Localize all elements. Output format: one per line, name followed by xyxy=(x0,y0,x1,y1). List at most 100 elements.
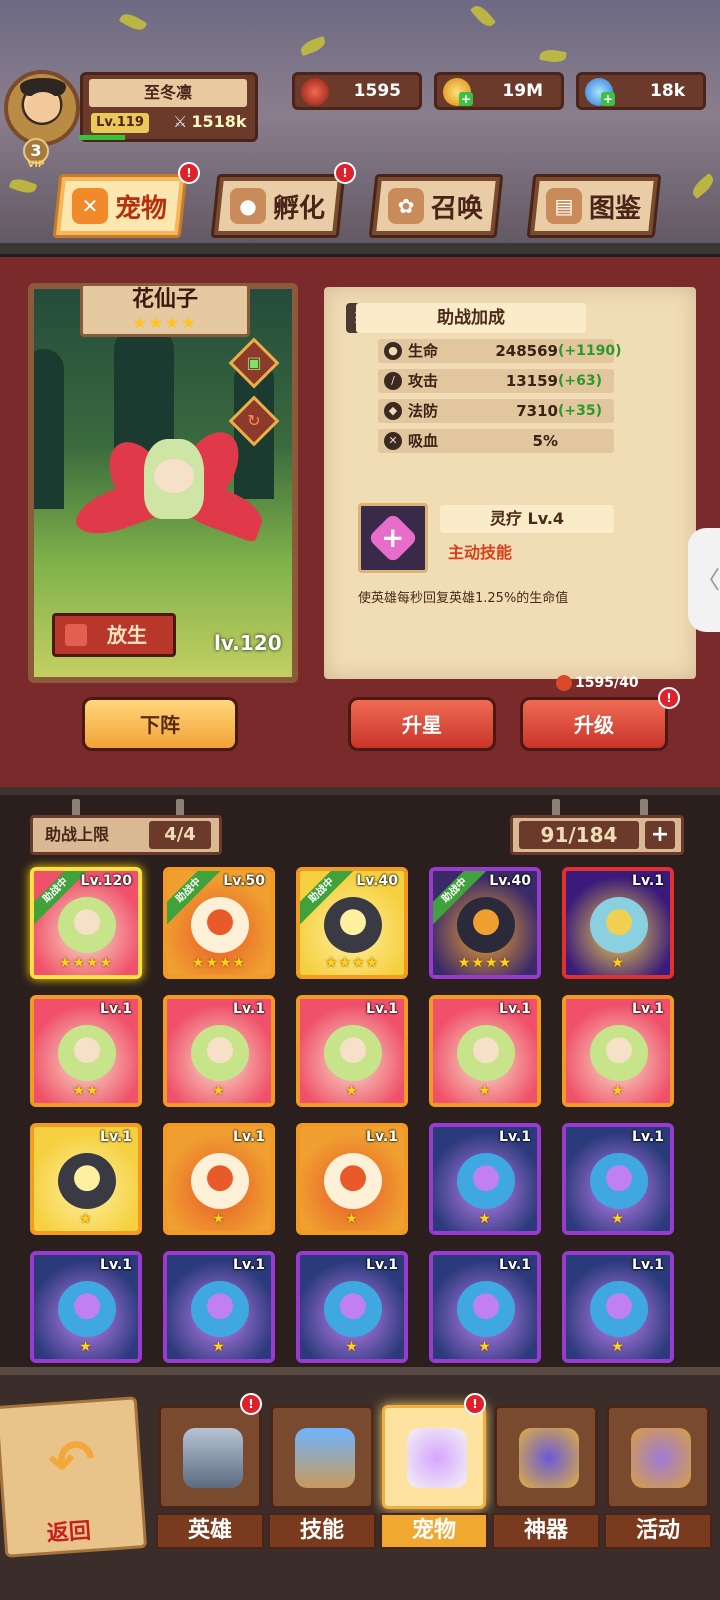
pet-capacity-value: 91/184 xyxy=(519,821,639,849)
tab-codex[interactable]: ▤ 图鉴 xyxy=(526,174,662,238)
expand-capacity-button[interactable]: + xyxy=(645,821,675,849)
pet-slot[interactable]: Lv.1 ★ xyxy=(562,1251,674,1363)
pet-slot[interactable]: Lv.1 ★ xyxy=(296,1123,408,1235)
pet-title-plate: 花仙子 ★★★★ xyxy=(80,283,250,337)
nav-pets-notification-badge: ! xyxy=(464,1393,486,1415)
pet-capacity: 91/184 + xyxy=(510,815,684,855)
pet-slot-stars: ★ xyxy=(212,1083,226,1099)
pet-slot-stars: ★ xyxy=(345,1083,359,1099)
soul-stone-icon xyxy=(301,78,329,106)
pet-name: 花仙子 xyxy=(131,287,198,312)
event-scroll-icon xyxy=(631,1428,691,1488)
pet-screen: { "player": {"name": "至冬凛", "level": "Lv… xyxy=(0,0,720,1600)
skill-heal-icon[interactable]: + xyxy=(358,503,428,573)
player-avatar[interactable] xyxy=(4,70,80,146)
pet-slot[interactable]: Lv.1 ★ xyxy=(429,995,541,1107)
pet-slot-level: Lv.1 xyxy=(632,1129,664,1145)
pet-slot-level: Lv.1 xyxy=(233,1001,265,1017)
pet-slot[interactable]: Lv.1 ★★ xyxy=(30,995,142,1107)
nav-artifacts-label: 神器 xyxy=(492,1513,600,1549)
pet-slot-stars: ★ xyxy=(478,1339,492,1355)
pet-level: lv.120 xyxy=(214,631,282,655)
tab-summon[interactable]: ✿ 召唤 xyxy=(368,174,504,238)
nav-heroes[interactable]: 英雄 xyxy=(156,1405,264,1555)
stat-row: ◆ 法防 7310 (+35) xyxy=(378,399,614,423)
pet-slot[interactable]: Lv.1 ★ xyxy=(562,1123,674,1235)
water-spirit-pet-icon xyxy=(590,1153,648,1209)
release-button-label: 放生 xyxy=(107,623,147,647)
flower-fairy-pet-icon xyxy=(191,1025,249,1081)
pet-slot[interactable]: 助战中 Lv.40 ★★★★ xyxy=(429,867,541,979)
pet-slot[interactable]: Lv.1 ★ xyxy=(296,1251,408,1363)
resource-gold[interactable]: + 19M xyxy=(434,72,564,110)
spellbook-icon xyxy=(295,1428,355,1488)
pet-slot[interactable]: Lv.1 ★ xyxy=(163,1123,275,1235)
pet-slot[interactable]: Lv.1 ★ xyxy=(296,995,408,1107)
stat-label: 生命 xyxy=(408,342,439,360)
fire-rabbit-pet-icon xyxy=(191,1153,249,1209)
pet-slot-level: Lv.1 xyxy=(100,1257,132,1273)
tab-pet-label: 宠物 xyxy=(115,193,168,224)
tab-hatch-label: 孵化 xyxy=(273,193,326,224)
support-limit-label: 助战上限 xyxy=(45,825,110,844)
release-button[interactable]: 放生 xyxy=(52,613,176,657)
pet-slot[interactable]: Lv.1 ★ xyxy=(163,995,275,1107)
stat-label: 攻击 xyxy=(408,372,439,390)
pet-slot-stars: ★ xyxy=(478,1211,492,1227)
pet-slot-stars: ★ xyxy=(611,1083,625,1099)
stat-bonus: (+35) xyxy=(558,403,603,419)
pet-slot-level: Lv.1 xyxy=(233,1257,265,1273)
header-divider xyxy=(0,243,720,257)
pet-slot-level: Lv.1 xyxy=(366,1129,398,1145)
tab-hatch[interactable]: ● 孵化 xyxy=(210,174,346,238)
tab-codex-label: 图鉴 xyxy=(589,193,642,224)
experience-bar xyxy=(79,135,125,140)
pet-slot[interactable]: Lv.1 ★ xyxy=(429,1251,541,1363)
nav-skills[interactable]: 技能 xyxy=(268,1405,376,1555)
nav-artifacts[interactable]: 神器 xyxy=(492,1405,600,1555)
pet-slot[interactable]: Lv.1 ★ xyxy=(163,1251,275,1363)
pet-slot[interactable]: Lv.1 ★ xyxy=(30,1123,142,1235)
nav-pets-label: 宠物 xyxy=(380,1513,488,1549)
nav-events[interactable]: 活动 xyxy=(604,1405,712,1555)
pet-slot[interactable]: 助战中 Lv.40 ★★★★ xyxy=(296,867,408,979)
player-info-panel[interactable]: 至冬凛 Lv.119 ⚔ 1518k xyxy=(79,72,258,142)
fox-icon: ✕ xyxy=(72,188,109,224)
paw-icon: ✿ xyxy=(388,188,425,224)
add-diamond-button[interactable]: + xyxy=(601,92,615,106)
pet-slot[interactable]: 助战中 Lv.50 ★★★★ xyxy=(163,867,275,979)
pet-slot-stars: ★★ xyxy=(72,1083,100,1099)
pet-stars: ★★★★ xyxy=(132,313,198,332)
skill-type: 主动技能 xyxy=(448,543,513,562)
pet-detail-panel: 花仙子 ★★★★ ▣ ↻ 放生 lv.120 ☰ 助战加成 ● 生命 24856… xyxy=(0,257,720,787)
level-up-notification-badge: ! xyxy=(658,687,680,709)
level-up-button[interactable]: 升级 xyxy=(520,697,668,751)
tab-pet[interactable]: ✕ 宠物 xyxy=(52,174,188,238)
stat-label: 法防 xyxy=(408,402,439,420)
pet-slot[interactable]: 助战中 Lv.120 ★★★★ xyxy=(30,867,142,979)
pet-slot[interactable]: Lv.1 ★ xyxy=(562,867,674,979)
resource-diamond[interactable]: + 18k xyxy=(576,72,706,110)
pet-slot-stars: ★ xyxy=(79,1211,93,1227)
pet-slot[interactable]: Lv.1 ★ xyxy=(30,1251,142,1363)
resource-soul-stone[interactable]: 1595 xyxy=(292,72,422,110)
pet-slot[interactable]: Lv.1 ★ xyxy=(429,1123,541,1235)
back-button[interactable]: ↶ 返回 xyxy=(0,1396,148,1558)
nav-pets[interactable]: 宠物 xyxy=(380,1405,488,1555)
stat-value: 7310 xyxy=(516,402,558,420)
add-gold-button[interactable]: + xyxy=(459,92,473,106)
water-spirit-pet-icon xyxy=(324,1281,382,1337)
water-spirit-pet-icon xyxy=(457,1153,515,1209)
combat-power-value: 1518k xyxy=(191,112,247,131)
side-drawer-handle[interactable]: 〈 xyxy=(688,528,720,632)
pet-slot-level: Lv.1 xyxy=(366,1001,398,1017)
star-up-button[interactable]: 升星 xyxy=(348,697,496,751)
unequip-button[interactable]: 下阵 xyxy=(82,697,238,751)
combat-power: ⚔ 1518k xyxy=(173,111,247,133)
pet-slot-level: Lv.50 xyxy=(223,873,265,889)
support-bonus-title: 助战加成 xyxy=(356,303,586,333)
upgrade-cost-value: 1595/40 xyxy=(575,675,639,691)
flower-fairy-pet-icon xyxy=(324,1025,382,1081)
soul-stone-value: 1595 xyxy=(353,81,401,101)
pet-slot[interactable]: Lv.1 ★ xyxy=(562,995,674,1107)
